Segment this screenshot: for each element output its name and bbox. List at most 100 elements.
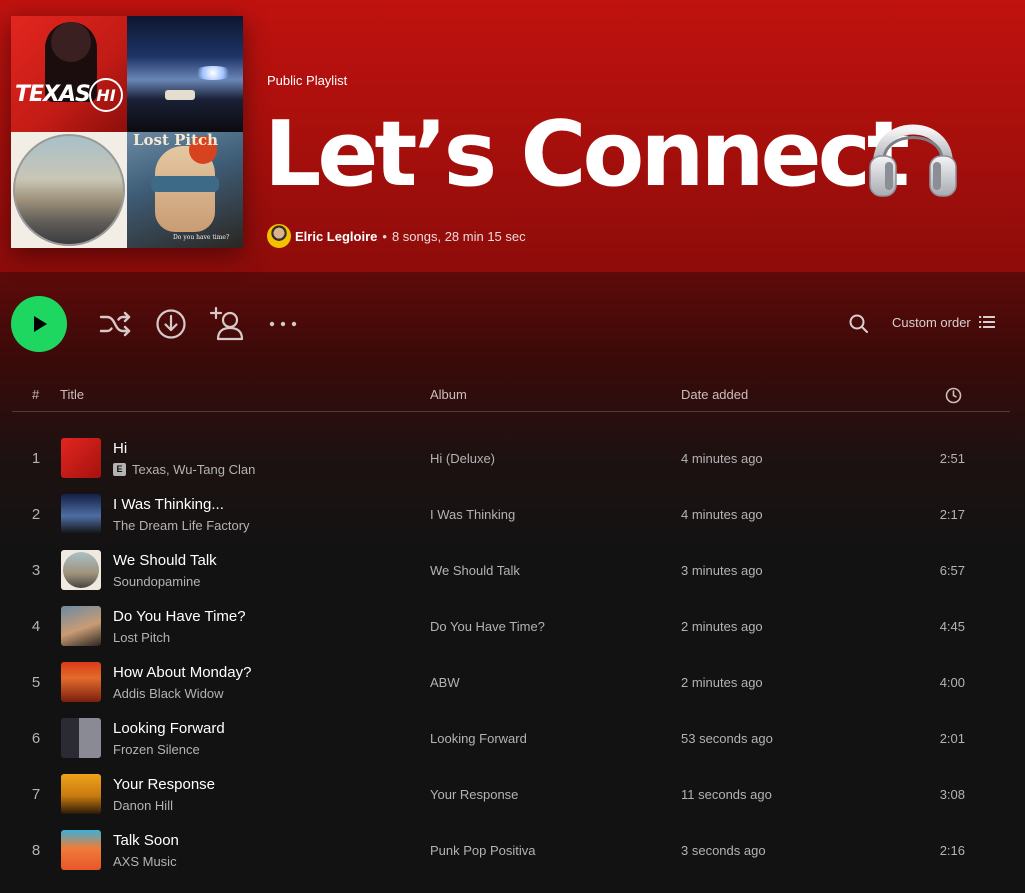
track-date-added: 3 minutes ago bbox=[681, 563, 763, 578]
track-artwork bbox=[61, 662, 101, 702]
track-number: 4 bbox=[31, 618, 41, 635]
track-duration: 4:00 bbox=[939, 675, 965, 690]
track-artwork bbox=[61, 774, 101, 814]
clock-icon[interactable] bbox=[945, 387, 962, 404]
column-date-added[interactable]: Date added bbox=[681, 387, 748, 402]
track-duration: 2:01 bbox=[939, 731, 965, 746]
track-artist[interactable]: Soundopamine bbox=[113, 574, 200, 589]
track-title[interactable]: Hi bbox=[113, 440, 127, 457]
track-date-added: 11 seconds ago bbox=[681, 787, 772, 802]
track-artist[interactable]: Lost Pitch bbox=[113, 630, 170, 645]
track-title[interactable]: Do You Have Time? bbox=[113, 608, 246, 625]
playlist-stats: 8 songs, 28 min 15 sec bbox=[391, 228, 526, 244]
track-artist[interactable]: Danon Hill bbox=[113, 798, 173, 813]
play-button[interactable] bbox=[11, 296, 67, 352]
track-artwork bbox=[61, 606, 101, 646]
cover-tile-lost-pitch: Lost Pitch Do you have time? bbox=[127, 132, 243, 248]
tracklist-header: # Title Album Date added bbox=[12, 376, 1010, 412]
track-row[interactable]: 3 We Should Talk Soundopamine We Should … bbox=[12, 542, 1010, 598]
track-row[interactable]: 2 I Was Thinking... The Dream Life Facto… bbox=[12, 486, 1010, 542]
track-title[interactable]: Your Response bbox=[113, 776, 215, 793]
cover-tile-circle-landscape bbox=[11, 132, 127, 248]
cover-tile-texas: TEXAS HI bbox=[11, 16, 127, 132]
cover-lost-pitch-text: Lost Pitch bbox=[133, 132, 219, 149]
track-number: 3 bbox=[31, 562, 41, 579]
download-icon bbox=[156, 309, 186, 339]
shuffle-icon bbox=[99, 311, 131, 337]
track-row[interactable]: 4 Do You Have Time? Lost Pitch Do You Ha… bbox=[12, 598, 1010, 654]
cover-texas-text: TEXAS bbox=[15, 82, 91, 107]
track-duration: 3:08 bbox=[939, 787, 965, 802]
track-number: 6 bbox=[31, 730, 41, 747]
track-number: 1 bbox=[31, 450, 41, 467]
track-title[interactable]: Talk Soon bbox=[113, 832, 179, 849]
track-number: 7 bbox=[31, 786, 41, 803]
column-album[interactable]: Album bbox=[430, 387, 467, 402]
meta-separator: • bbox=[382, 228, 387, 244]
track-date-added: 2 minutes ago bbox=[681, 619, 763, 634]
track-artist[interactable]: AXS Music bbox=[113, 854, 177, 869]
track-artist[interactable]: E Texas, Wu-Tang Clan bbox=[113, 462, 255, 477]
track-number: 5 bbox=[31, 674, 41, 691]
track-date-added: 4 minutes ago bbox=[681, 507, 763, 522]
playlist-type: Public Playlist bbox=[267, 73, 348, 88]
track-number: 2 bbox=[31, 506, 41, 523]
track-album[interactable]: Looking Forward bbox=[430, 731, 527, 746]
track-album[interactable]: Do You Have Time? bbox=[430, 619, 545, 634]
cover-caption-text: Do you have time? bbox=[173, 234, 230, 241]
track-album[interactable]: Hi (Deluxe) bbox=[430, 451, 495, 466]
cover-hi-badge: HI bbox=[89, 78, 123, 112]
track-duration: 6:57 bbox=[939, 563, 965, 578]
column-title[interactable]: Title bbox=[60, 387, 84, 402]
track-artist-name[interactable]: Texas, Wu-Tang Clan bbox=[132, 462, 255, 477]
track-row[interactable]: 1 Hi E Texas, Wu-Tang Clan Hi (Deluxe) 4 … bbox=[12, 430, 1010, 486]
add-collaborator-button[interactable] bbox=[208, 306, 246, 342]
track-artwork bbox=[61, 718, 101, 758]
search-in-playlist-button[interactable] bbox=[848, 313, 870, 340]
download-button[interactable] bbox=[154, 308, 188, 340]
track-artwork bbox=[61, 550, 101, 590]
search-icon bbox=[849, 314, 868, 333]
owner-name-link[interactable]: Elric Legloire bbox=[295, 229, 377, 244]
track-row[interactable]: 7 Your Response Danon Hill Your Response… bbox=[12, 766, 1010, 822]
track-row[interactable]: 8 Talk Soon AXS Music Punk Pop Positiva … bbox=[12, 822, 1010, 878]
cover-circle-image bbox=[13, 134, 125, 246]
column-number: # bbox=[32, 387, 40, 402]
track-date-added: 4 minutes ago bbox=[681, 451, 763, 466]
track-album[interactable]: I Was Thinking bbox=[430, 507, 515, 522]
more-icon bbox=[269, 321, 297, 327]
headphones-icon bbox=[869, 124, 957, 197]
track-title[interactable]: Looking Forward bbox=[113, 720, 225, 737]
sort-order-button[interactable]: Custom order bbox=[892, 314, 995, 330]
track-title[interactable]: I Was Thinking... bbox=[113, 496, 224, 513]
track-album[interactable]: Punk Pop Positiva bbox=[430, 843, 536, 858]
track-artwork bbox=[61, 494, 101, 534]
track-row[interactable]: 6 Looking Forward Frozen Silence Looking… bbox=[12, 710, 1010, 766]
track-date-added: 53 seconds ago bbox=[681, 731, 773, 746]
track-album[interactable]: We Should Talk bbox=[430, 563, 520, 578]
track-title[interactable]: We Should Talk bbox=[113, 552, 217, 569]
more-options-button[interactable] bbox=[268, 316, 298, 332]
track-album[interactable]: Your Response bbox=[430, 787, 518, 802]
cover-tile-night-road bbox=[127, 16, 243, 132]
track-date-added: 3 seconds ago bbox=[681, 843, 766, 858]
play-icon bbox=[34, 316, 47, 332]
cover-light-glow bbox=[193, 66, 233, 80]
track-album[interactable]: ABW bbox=[430, 675, 460, 690]
track-row[interactable]: 5 How About Monday? Addis Black Widow AB… bbox=[12, 654, 1010, 710]
track-title[interactable]: How About Monday? bbox=[113, 664, 251, 681]
track-artist[interactable]: The Dream Life Factory bbox=[113, 518, 250, 533]
list-icon bbox=[978, 316, 995, 328]
cover-sunglasses bbox=[151, 176, 219, 192]
shuffle-button[interactable] bbox=[97, 308, 133, 340]
track-date-added: 2 minutes ago bbox=[681, 675, 763, 690]
playlist-title: Let’s Connect bbox=[264, 102, 910, 207]
track-artist[interactable]: Addis Black Widow bbox=[113, 686, 224, 701]
cover-car bbox=[165, 90, 195, 100]
playlist-cover[interactable]: TEXAS HI Lost Pitch Do you have time? bbox=[11, 16, 243, 248]
track-artist[interactable]: Frozen Silence bbox=[113, 742, 200, 757]
playlist-meta: Elric Legloire • 8 songs, 28 min 15 sec bbox=[267, 224, 526, 248]
owner-avatar[interactable] bbox=[267, 224, 291, 248]
track-artwork bbox=[61, 438, 101, 478]
tracklist: 1 Hi E Texas, Wu-Tang Clan Hi (Deluxe) 4 … bbox=[12, 430, 1010, 878]
